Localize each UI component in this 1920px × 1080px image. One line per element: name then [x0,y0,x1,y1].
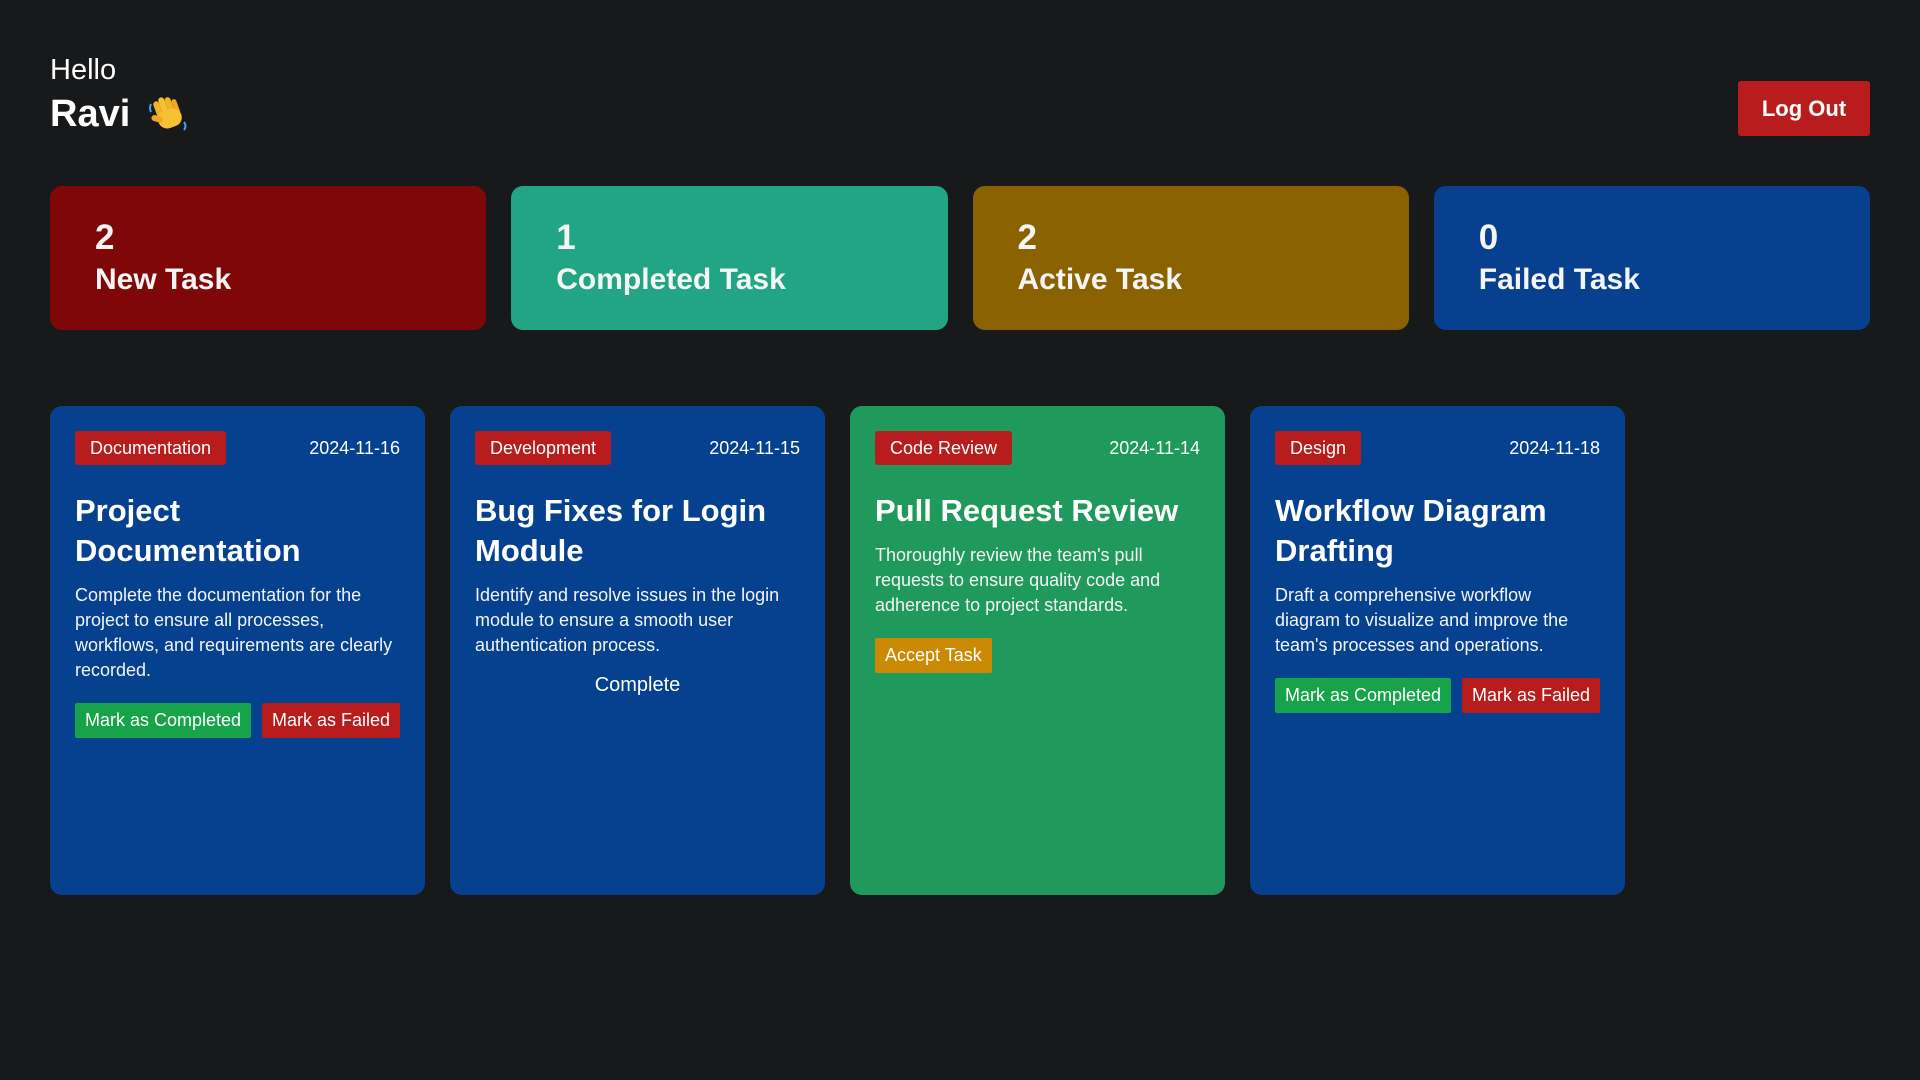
mark-completed-button[interactable]: Mark as Completed [1275,678,1452,713]
mark-failed-button[interactable]: Mark as Failed [261,703,400,738]
task-date: 2024-11-15 [709,437,800,458]
user-name: Ravi [50,93,131,135]
stat-count: 2 [95,218,115,257]
task-category-badge: Code Review [875,431,1013,465]
stat-count: 1 [556,218,576,257]
task-category-badge: Documentation [75,431,227,465]
task-list: Documentation 2024-11-16 Project Documen… [50,406,1870,895]
task-description: Complete the documentation for the proje… [75,585,393,680]
header: Hello Ravi Log Out [50,0,1870,186]
task-title: Project Documentation [75,493,301,568]
task-card: Design 2024-11-18 Workflow Diagram Draft… [1250,406,1625,895]
logout-button[interactable]: Log Out [1738,81,1870,136]
stat-count: 2 [1017,218,1037,257]
task-card: Code Review 2024-11-14 Pull Request Revi… [850,406,1225,895]
task-stats: 2 New Task 1 Completed Task 2 Active Tas… [50,186,1870,330]
task-card-header: Design 2024-11-18 [1275,431,1600,465]
mark-failed-button[interactable]: Mark as Failed [1461,678,1600,713]
accept-task-button[interactable]: Accept Task [875,638,992,673]
task-category-badge: Design [1275,431,1362,465]
mark-completed-button[interactable]: Mark as Completed [75,703,252,738]
dashboard-page: Hello Ravi Log Out 2 New Task 1 Complete… [0,0,1920,1080]
task-description: Identify and resolve issues in the login… [475,585,780,655]
greeting-hello: Hello [50,54,117,86]
task-card-header: Documentation 2024-11-16 [75,431,400,465]
task-status-text: Complete [594,674,681,696]
stat-label: Active Task [1017,263,1183,296]
task-actions: Accept Task [875,638,1200,673]
task-actions: Mark as Completed Mark as Failed [1275,678,1600,713]
stat-active-task: 2 Active Task [972,186,1409,330]
task-title: Bug Fixes for Login Module [475,493,767,568]
task-date: 2024-11-18 [1509,437,1600,458]
task-card: Documentation 2024-11-16 Project Documen… [50,406,425,895]
stat-label: Failed Task [1478,263,1640,296]
task-category-badge: Development [475,431,612,465]
task-title: Workflow Diagram Drafting [1275,493,1547,568]
waving-hand-icon [146,92,190,136]
stat-completed-task: 1 Completed Task [511,186,948,330]
task-card-header: Development 2024-11-15 [475,431,800,465]
task-title: Pull Request Review [875,493,1179,528]
task-description: Draft a comprehensive workflow diagram t… [1275,585,1569,655]
task-card: Development 2024-11-15 Bug Fixes for Log… [450,406,825,895]
task-date: 2024-11-14 [1109,437,1200,458]
greeting: Hello Ravi [50,52,190,136]
task-card-header: Code Review 2024-11-14 [875,431,1200,465]
task-date: 2024-11-16 [309,437,400,458]
task-description: Thoroughly review the team's pull reques… [875,545,1161,615]
greeting-name-row: Ravi [50,92,190,136]
stat-new-task: 2 New Task [50,186,487,330]
stat-label: Completed Task [556,263,786,296]
task-actions: Mark as Completed Mark as Failed [75,703,400,738]
stat-label: New Task [95,263,232,296]
stat-failed-task: 0 Failed Task [1433,186,1870,330]
stat-count: 0 [1478,218,1499,257]
